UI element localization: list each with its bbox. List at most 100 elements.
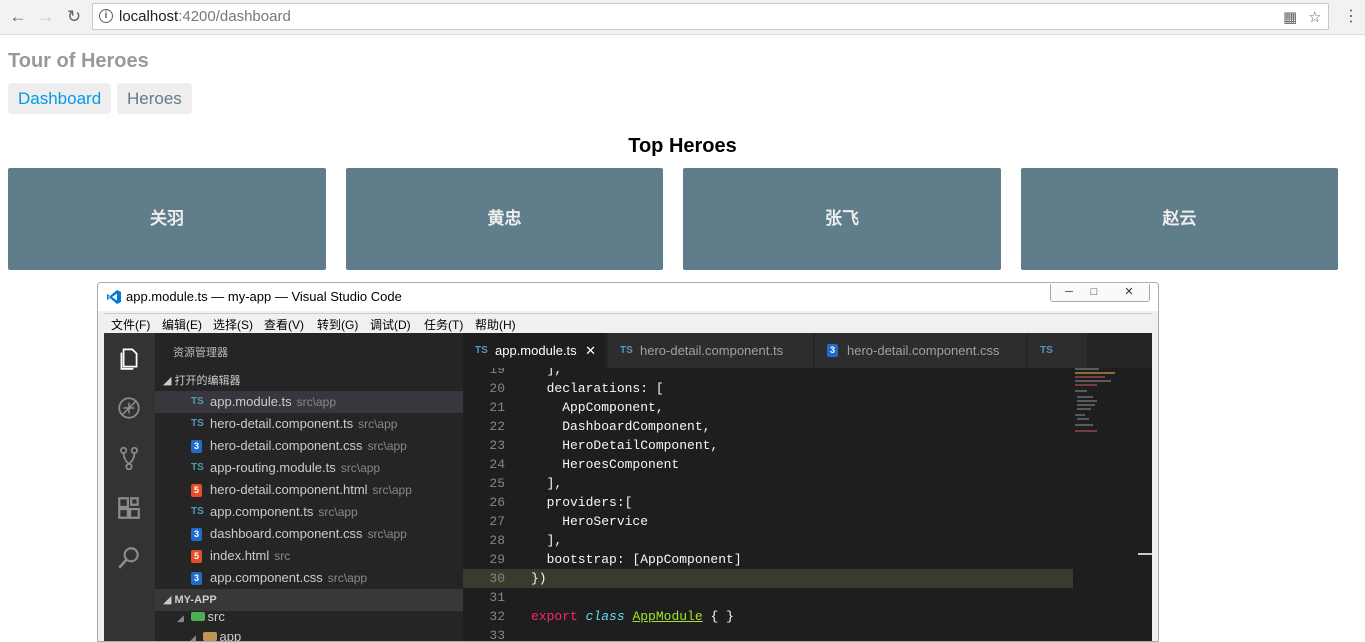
maximize-icon[interactable]: □	[1081, 284, 1107, 301]
code-line: 21 AppComponent,	[463, 398, 1073, 417]
css-file-icon: 3	[827, 344, 838, 357]
css-file-icon: 3	[191, 440, 202, 453]
hero-card[interactable]: 张飞	[683, 168, 1001, 270]
nav-dashboard-link[interactable]: Dashboard	[8, 83, 112, 114]
window-controls: ─ □ ✕	[1050, 284, 1150, 302]
explorer-icon[interactable]	[116, 345, 142, 371]
code-line: 31	[463, 588, 1073, 607]
line-number: 29	[489, 552, 505, 567]
menu-edit[interactable]: 编辑(E)	[162, 316, 202, 333]
scrollbar-thumb[interactable]	[1138, 553, 1152, 555]
menu-help[interactable]: 帮助(H)	[475, 316, 516, 333]
css-file-icon: 3	[191, 572, 202, 585]
menu-view[interactable]: 查看(V)	[264, 316, 304, 333]
css-file-icon: 3	[191, 528, 202, 541]
list-item[interactable]: TS app.component.ts src\app	[155, 501, 463, 523]
list-item[interactable]: TS app-routing.module.ts src\app	[155, 457, 463, 479]
menu-debug[interactable]: 调试(D)	[370, 316, 411, 333]
folder-name: src	[207, 609, 225, 624]
code-text: DashboardComponent,	[531, 419, 711, 434]
explorer-title: 资源管理器	[173, 347, 228, 359]
code-line: 22 DashboardComponent,	[463, 417, 1073, 436]
tab-hero-detail-ts[interactable]: TS hero-detail.component.ts	[608, 333, 814, 368]
translate-icon[interactable]: ▦	[1283, 8, 1297, 26]
list-item[interactable]: TS hero-detail.component.ts src\app	[155, 413, 463, 435]
project-label: MY-APP	[174, 594, 217, 606]
code-line: 28 ],	[463, 531, 1073, 550]
list-item[interactable]: 5 hero-detail.component.html src\app	[155, 479, 463, 501]
folder-icon	[202, 632, 217, 641]
project-header[interactable]: ◢ MY-APP	[155, 589, 463, 611]
hero-card[interactable]: 黄忠	[346, 168, 663, 270]
star-icon[interactable]: ☆	[1308, 8, 1321, 26]
line-number: 27	[489, 514, 505, 529]
typescript-file-icon: TS	[191, 462, 204, 473]
typescript-file-icon: TS	[191, 396, 204, 407]
close-icon[interactable]: ✕	[1111, 284, 1147, 301]
code-rest: { }	[702, 609, 734, 624]
url-text[interactable]: localhost:4200/dashboard	[119, 8, 291, 25]
file-name: app-routing.module.ts	[210, 460, 336, 475]
menu-file[interactable]: 文件(F)	[111, 316, 150, 333]
code-text: HeroesComponent	[531, 457, 680, 472]
tab-hero-detail-css[interactable]: 3 hero-detail.component.css	[815, 333, 1027, 368]
close-tab-icon[interactable]: ✕	[585, 333, 596, 368]
hero-card[interactable]: 关羽	[8, 168, 326, 270]
tab-app-module[interactable]: TS app.module.ts ✕	[463, 333, 607, 368]
list-item[interactable]: 3 app.component.css src\app	[155, 567, 463, 589]
app-title: Tour of Heroes	[8, 50, 149, 72]
chevron-down-icon: ◢	[177, 613, 184, 623]
hero-card[interactable]: 赵云	[1021, 168, 1338, 270]
section-title: Top Heroes	[628, 135, 737, 157]
source-control-icon[interactable]	[116, 445, 142, 471]
menu-go[interactable]: 转到(G)	[317, 316, 358, 333]
activity-bar	[104, 333, 155, 641]
code-text: export class AppModule { }	[531, 607, 734, 626]
list-item[interactable]: 3 dashboard.component.css src\app	[155, 523, 463, 545]
info-icon[interactable]: i	[99, 9, 113, 23]
typescript-file-icon: TS	[191, 418, 204, 429]
search-icon[interactable]	[116, 545, 142, 571]
typescript-file-icon: TS	[1040, 345, 1053, 356]
code-text: AppComponent,	[531, 400, 664, 415]
debug-icon[interactable]	[116, 395, 142, 421]
tree-folder-app[interactable]: ◢ app	[189, 629, 241, 641]
file-dir: src\app	[367, 439, 407, 453]
explorer-sidebar: 资源管理器 ◢ 打开的编辑器 TS app.module.ts src\app T…	[155, 333, 463, 641]
keyword: export	[531, 609, 578, 624]
code-line: 29 bootstrap: [AppComponent]	[463, 550, 1073, 569]
back-arrow-icon[interactable]: ←	[7, 6, 29, 28]
tab-label: hero-detail.component.css	[847, 343, 1000, 358]
minimize-icon[interactable]: ─	[1055, 284, 1083, 301]
code-text: HeroDetailComponent,	[531, 438, 719, 453]
line-number: 33	[489, 628, 505, 642]
list-item[interactable]: 5 index.html src	[155, 545, 463, 567]
tab-overflow[interactable]: TS	[1028, 333, 1088, 368]
list-item[interactable]: 3 hero-detail.component.css src\app	[155, 435, 463, 457]
vscode-menubar: 文件(F) 编辑(E) 选择(S) 查看(V) 转到(G) 调试(D) 任务(T…	[104, 313, 1152, 333]
open-editors-header[interactable]: ◢ 打开的编辑器	[163, 372, 241, 388]
reload-icon[interactable]: ↻	[63, 6, 85, 28]
more-menu-icon[interactable]: ⋮	[1343, 6, 1359, 28]
address-bar[interactable]: i localhost:4200/dashboard ▦ ☆	[92, 3, 1329, 30]
line-number: 28	[489, 533, 505, 548]
code-text: ],	[531, 368, 563, 377]
vscode-workbench: 资源管理器 ◢ 打开的编辑器 TS app.module.ts src\app T…	[104, 333, 1152, 642]
file-dir: src\app	[358, 417, 398, 431]
tree-folder-src[interactable]: ◢ src	[177, 609, 225, 624]
code-editor[interactable]: 19 ], 20 declarations: [ 21 AppComponent…	[463, 368, 1152, 642]
file-name: app.component.css	[210, 570, 323, 585]
menu-tasks[interactable]: 任务(T)	[424, 316, 463, 333]
forward-arrow-icon[interactable]: →	[35, 6, 57, 28]
code-text: providers:[	[531, 495, 633, 510]
file-dir: src\app	[318, 505, 358, 519]
folder-icon	[190, 612, 205, 621]
code-text: bootstrap: [AppComponent]	[531, 552, 742, 567]
file-name: hero-detail.component.html	[210, 482, 368, 497]
list-item[interactable]: TS app.module.ts src\app	[155, 391, 463, 413]
nav-heroes-link[interactable]: Heroes	[117, 83, 192, 114]
menu-selection[interactable]: 选择(S)	[213, 316, 253, 333]
minimap[interactable]	[1069, 368, 1129, 448]
editor-tabs: TS app.module.ts ✕ TS hero-detail.compon…	[463, 333, 1152, 368]
extensions-icon[interactable]	[116, 495, 142, 521]
